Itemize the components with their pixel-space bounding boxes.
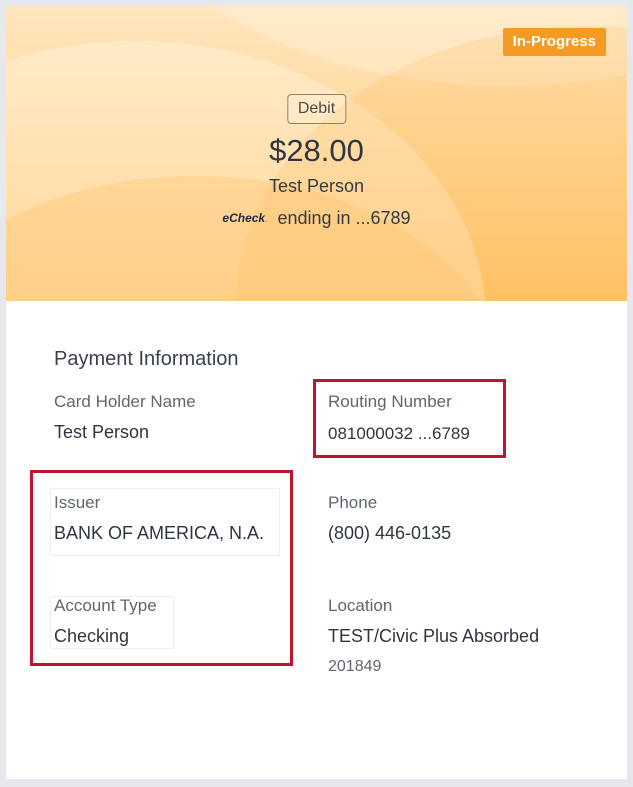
echeck-logo-text: eCheck <box>222 211 266 225</box>
transaction-type-chip: Debit <box>286 94 347 124</box>
payment-summary-header: In-Progress Debit $28.00 Test Person eCh… <box>6 6 627 301</box>
phone-value: (800) 446-0135 <box>328 523 452 543</box>
echeck-logo-dot: . <box>265 211 269 225</box>
phone-label: Phone <box>328 493 378 512</box>
routing-number-highlight <box>313 379 506 458</box>
location-value: TEST/Civic Plus Absorbed <box>328 626 540 646</box>
echeck-logo: eCheck. <box>222 211 268 225</box>
payment-amount: $28.00 <box>269 133 364 168</box>
payment-method: eCheck. ending in ...6789 <box>6 208 627 229</box>
account-ending: ending in ...6789 <box>277 208 411 228</box>
issuer-account-highlight <box>30 470 293 666</box>
section-title-payment-information: Payment Information <box>54 348 239 370</box>
payer-name: Test Person <box>268 176 365 196</box>
card-holder-value: Test Person <box>54 422 150 442</box>
location-label: Location <box>328 596 393 615</box>
card-holder-label: Card Holder Name <box>54 392 196 411</box>
location-id: 201849 <box>328 658 382 675</box>
status-badge: In-Progress <box>502 28 606 56</box>
